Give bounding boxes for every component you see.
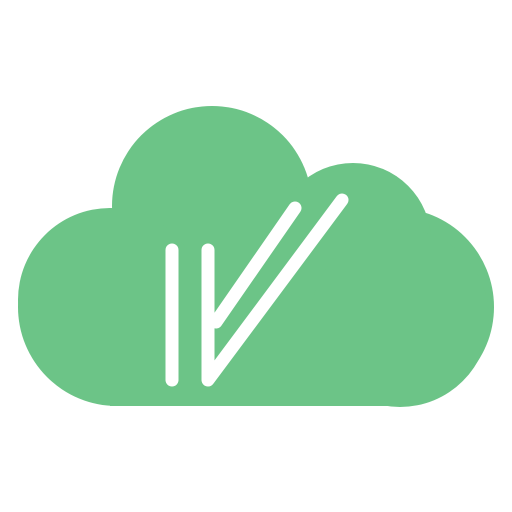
- cloud-check-logo-icon: [18, 106, 494, 407]
- logo-canvas: [0, 0, 512, 512]
